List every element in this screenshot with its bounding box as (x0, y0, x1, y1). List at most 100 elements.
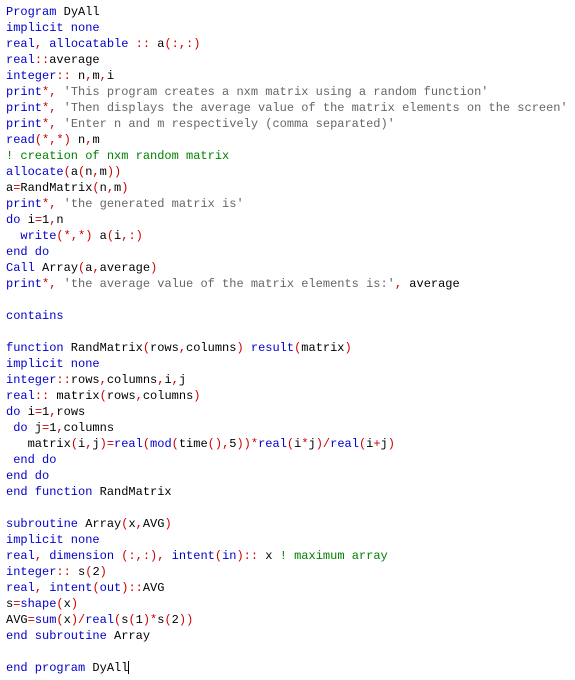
code-line[interactable]: ! creation of nxm random matrix (6, 149, 229, 163)
code-token-punct: ) (193, 389, 200, 403)
code-token-kw: real (85, 613, 114, 627)
code-token-text: i (164, 373, 171, 387)
code-token-kw: integer (6, 373, 56, 387)
code-line[interactable]: allocate(a(n,m)) (6, 165, 121, 179)
code-editor-content[interactable]: Program DyAll implicit none real, alloca… (6, 4, 569, 676)
code-token-punct: ( (143, 341, 150, 355)
code-token-kw: do (13, 421, 27, 435)
code-token-str: 'Enter n and m respectively (comma separ… (64, 117, 395, 131)
code-token-text: j (381, 437, 388, 451)
text-cursor (128, 661, 129, 674)
code-token-text: s (157, 613, 164, 627)
code-line[interactable]: integer:: s(2) (6, 565, 107, 579)
code-token-str: 'the generated matrix is' (64, 197, 244, 211)
code-line[interactable]: end subroutine Array (6, 629, 150, 643)
code-token-text: m (92, 133, 99, 147)
code-line[interactable]: function RandMatrix(rows,columns) result… (6, 341, 352, 355)
code-line[interactable]: Program DyAll (6, 5, 100, 19)
code-line[interactable]: integer:: n,m,i (6, 69, 114, 83)
code-token-kw: end program (6, 661, 85, 675)
code-token-text: columns (143, 389, 193, 403)
code-line[interactable]: s=shape(x) (6, 597, 78, 611)
code-line[interactable]: end do (6, 469, 49, 483)
code-token-text: Array (35, 261, 78, 275)
code-token-text: s (6, 597, 13, 611)
code-token-text: i (20, 213, 34, 227)
code-token-text: 1 (136, 613, 143, 627)
code-token-text: n (71, 133, 85, 147)
code-line[interactable]: print*, 'This program creates a nxm matr… (6, 85, 489, 99)
code-token-text: Array (78, 517, 121, 531)
code-line[interactable]: subroutine Array(x,AVG) (6, 517, 172, 531)
code-line[interactable]: real, allocatable :: a(:,:) (6, 37, 200, 51)
code-token-text: average (100, 261, 150, 275)
code-line[interactable]: real:: matrix(rows,columns) (6, 389, 200, 403)
code-token-punct: ))* (236, 437, 258, 451)
code-token-text: DyAll (56, 5, 99, 19)
code-line[interactable]: end program DyAll (6, 661, 129, 675)
code-token-kw: real (330, 437, 359, 451)
code-line[interactable]: print*, 'the average value of the matrix… (6, 277, 460, 291)
code-token-text: a (92, 229, 106, 243)
code-line[interactable]: do i=1,n (6, 213, 64, 227)
code-line[interactable]: AVG=sum(x)/real(s(1)*s(2)) (6, 613, 193, 627)
code-line[interactable]: end do (6, 245, 49, 259)
code-line[interactable]: Call Array(a,average) (6, 261, 157, 275)
code-line[interactable]: real::average (6, 53, 100, 67)
code-token-kw: print (6, 117, 42, 131)
code-token-punct: , (179, 341, 186, 355)
code-token-kw: intent (42, 581, 92, 595)
code-token-punct: ( (164, 613, 171, 627)
code-line[interactable]: print*, 'Then displays the average value… (6, 101, 568, 115)
code-token-punct: ( (215, 549, 222, 563)
code-line[interactable]: integer::rows,columns,i,j (6, 373, 186, 387)
code-token-punct: *, (42, 85, 64, 99)
code-token-punct: ( (107, 229, 114, 243)
code-line[interactable]: do i=1,rows (6, 405, 85, 419)
code-line[interactable]: read(*,*) n,m (6, 133, 100, 147)
code-token-text: i (20, 405, 34, 419)
code-token-punct: (:,:) (164, 37, 200, 51)
code-token-punct: )* (143, 613, 157, 627)
code-token-text: columns (186, 341, 236, 355)
code-token-text: RandMatrix (64, 341, 143, 355)
code-token-kw: allocate (6, 165, 64, 179)
code-line[interactable]: end function RandMatrix (6, 485, 172, 499)
code-line[interactable]: print*, 'Enter n and m respectively (com… (6, 117, 395, 131)
code-line[interactable]: end do (6, 453, 56, 467)
code-line[interactable]: real, dimension (:,:), intent(in):: x ! … (6, 549, 388, 563)
code-line[interactable]: matrix(i,j)=real(mod(time(),5))*real(i*j… (6, 437, 395, 451)
code-token-kw: end function (6, 485, 92, 499)
code-token-text: n (56, 213, 63, 227)
code-line[interactable]: a=RandMatrix(n,m) (6, 181, 128, 195)
code-token-text: matrix (301, 341, 344, 355)
code-line[interactable]: real, intent(out)::AVG (6, 581, 164, 595)
code-token-punct: ( (92, 181, 99, 195)
code-line[interactable]: implicit none (6, 357, 100, 371)
code-token-punct: = (13, 597, 20, 611)
code-token-text: rows (107, 389, 136, 403)
code-line[interactable]: contains (6, 309, 64, 323)
code-token-text (6, 229, 20, 243)
code-token-cmt: ! maximum array (280, 549, 388, 563)
code-token-punct: (*,*) (35, 133, 71, 147)
code-token-punct: ) (121, 181, 128, 195)
code-token-kw: integer (6, 69, 56, 83)
code-token-kw: out (100, 581, 122, 595)
code-token-text: rows (56, 405, 85, 419)
code-line[interactable]: do j=1,columns (6, 421, 114, 435)
code-token-kw: dimension (42, 549, 121, 563)
code-token-punct: ( (71, 437, 78, 451)
code-token-kw: function (6, 341, 64, 355)
code-token-punct: , (172, 373, 179, 387)
code-token-kw: Program (6, 5, 56, 19)
code-line[interactable]: implicit none (6, 21, 100, 35)
code-line[interactable]: print*, 'the generated matrix is' (6, 197, 244, 211)
code-token-kw: do (6, 213, 20, 227)
code-token-punct: *, (42, 101, 64, 115)
code-line[interactable]: write(*,*) a(i,:) (6, 229, 143, 243)
code-token-punct: , (136, 517, 143, 531)
code-token-punct: ) (345, 341, 352, 355)
code-line[interactable]: implicit none (6, 533, 100, 547)
code-token-text: a (150, 37, 164, 51)
